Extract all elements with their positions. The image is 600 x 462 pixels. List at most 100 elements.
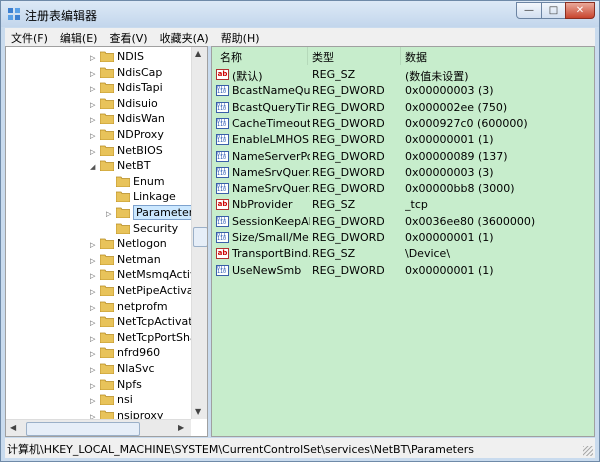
tree-item[interactable]: ▷ NetPipeActivator xyxy=(6,283,207,299)
collapsed-arrow-icon[interactable]: ▷ xyxy=(90,366,95,374)
values-list-pane[interactable]: 名称 类型 数据 ab (默认) REG_SZ (数值未设置) 011 110 Bcast… xyxy=(211,46,595,437)
tree-item[interactable]: ▷ NdisTapi xyxy=(6,80,192,96)
tree-vertical-scrollbar[interactable]: ▲ ▼ xyxy=(191,47,207,419)
collapsed-arrow-icon[interactable]: ▷ xyxy=(90,350,95,358)
tree-item[interactable]: Security xyxy=(6,221,192,237)
tree-item[interactable]: ▷ NdisWan xyxy=(6,111,192,127)
tree-item[interactable]: Enum xyxy=(6,174,192,190)
value-row[interactable]: 011 110SessionKeepAl...REG_DWORD 0x0036ee… xyxy=(212,214,594,230)
menu-edit[interactable]: 编辑(E) xyxy=(54,28,104,46)
folder-icon xyxy=(116,223,130,234)
value-name: EnableLMHOS... xyxy=(232,133,310,147)
tree-item[interactable]: ▷ NDIS xyxy=(6,49,192,65)
tree-item[interactable]: ▷ NetBIOS xyxy=(6,143,192,159)
tree-item[interactable]: ▷ Netlogon xyxy=(6,236,192,252)
folder-icon xyxy=(100,98,114,109)
value-row[interactable]: 011 110BcastNameQu...REG_DWORD 0x00000003… xyxy=(212,83,594,99)
collapsed-arrow-icon[interactable]: ▷ xyxy=(90,54,95,62)
value-row[interactable]: abTransportBind...REG_SZ \Device\ xyxy=(212,246,594,262)
column-divider[interactable] xyxy=(307,47,308,65)
key-tree-pane[interactable]: ▷ NDIS ▷ NdisCap ▷ NdisTapi ▷ Ndisuio ▷ NdisWan ▷ N… xyxy=(5,46,208,437)
tree-item-label: Npfs xyxy=(117,377,142,391)
value-row[interactable]: 011 110 CacheTimeout REG_DWORD 0x000927c0 (… xyxy=(212,116,594,132)
value-type: REG_SZ xyxy=(312,198,356,212)
collapsed-arrow-icon[interactable]: ▷ xyxy=(90,101,95,109)
status-path: 计算机\HKEY_LOCAL_MACHINE\SYSTEM\CurrentCon… xyxy=(7,443,474,456)
close-button[interactable]: ✕ xyxy=(565,2,595,19)
tree-item[interactable]: ▷ Netman xyxy=(6,252,192,268)
tree-item[interactable]: ◢ NetBT xyxy=(6,158,192,174)
collapsed-arrow-icon[interactable]: ▷ xyxy=(90,272,95,280)
scroll-up-icon[interactable]: ▲ xyxy=(195,49,201,58)
value-name: Size/Small/Me... xyxy=(232,231,310,244)
tree-item[interactable]: ▷ NlaSvc xyxy=(6,361,192,377)
value-row[interactable]: 011 110 UseNewSmb REG_DWORD 0x00000001 (1) xyxy=(212,263,594,279)
value-type: REG_DWORD xyxy=(312,231,385,244)
menu-favorites[interactable]: 收藏夹(A) xyxy=(154,28,215,46)
tree-item-label: netprofm xyxy=(117,299,168,313)
value-type: REG_DWORD xyxy=(312,182,385,196)
tree-item[interactable]: ▷ nfrd960 xyxy=(6,345,192,361)
value-row[interactable]: ab (默认) REG_SZ (数值未设置) xyxy=(212,67,594,83)
collapsed-arrow-icon[interactable]: ▷ xyxy=(90,148,95,156)
value-data: 0x00000001 (1) xyxy=(405,263,494,277)
value-row[interactable]: 011 110Size/Small/Me...REG_DWORD 0x000000… xyxy=(212,230,594,246)
tree-item[interactable]: ▷ netprofm xyxy=(6,299,192,315)
tree-item[interactable]: ▷ Npfs xyxy=(6,377,192,393)
folder-icon xyxy=(100,160,114,172)
expanded-arrow-icon[interactable]: ◢ xyxy=(90,163,95,171)
tree-item[interactable]: ▷ NetTcpActivator xyxy=(6,314,204,330)
collapsed-arrow-icon[interactable]: ▷ xyxy=(106,210,111,218)
tree-item[interactable]: ▷ Parameters xyxy=(6,205,202,221)
collapsed-arrow-icon[interactable]: ▷ xyxy=(90,397,95,405)
folder-icon xyxy=(100,129,114,140)
maximize-button[interactable]: □ xyxy=(541,2,566,19)
window-title: 注册表编辑器 xyxy=(25,9,98,23)
tree-item[interactable]: ▷ NdisCap xyxy=(6,65,192,81)
collapsed-arrow-icon[interactable]: ▷ xyxy=(90,335,95,343)
scroll-down-icon[interactable]: ▼ xyxy=(195,407,201,416)
column-header-type[interactable]: 类型 xyxy=(312,49,334,65)
collapsed-arrow-icon[interactable]: ▷ xyxy=(90,85,95,93)
value-row[interactable]: 011 110NameSrvQuer...REG_DWORD 0x00000bb8… xyxy=(212,181,594,197)
binary-value-icon: 011 110 xyxy=(216,117,229,129)
collapsed-arrow-icon[interactable]: ▷ xyxy=(90,304,95,312)
tree-vscroll-thumb[interactable] xyxy=(193,227,207,247)
menu-file[interactable]: 文件(F) xyxy=(5,28,54,46)
tree-item[interactable]: ▷ NDProxy xyxy=(6,127,192,143)
tree-item[interactable]: ▷ nsi xyxy=(6,392,192,408)
collapsed-arrow-icon[interactable]: ▷ xyxy=(90,382,95,390)
folder-icon xyxy=(100,82,114,94)
resize-grip-icon[interactable] xyxy=(583,446,593,456)
menu-bar: 文件(F) 编辑(E) 查看(V) 收藏夹(A) 帮助(H) xyxy=(5,28,595,46)
collapsed-arrow-icon[interactable]: ▷ xyxy=(90,116,95,124)
value-row[interactable]: 011 110NameServerPortREG_DWORD 0x00000089… xyxy=(212,149,594,165)
collapsed-arrow-icon[interactable]: ▷ xyxy=(90,288,95,296)
tree-item[interactable]: ▷ Ndisuio xyxy=(6,96,192,112)
column-header-name[interactable]: 名称 xyxy=(220,49,242,65)
value-row[interactable]: ab NbProvider REG_SZ _tcp xyxy=(212,197,594,213)
tree-hscroll-thumb[interactable] xyxy=(26,422,140,436)
folder-icon xyxy=(116,207,130,218)
value-row[interactable]: 011 110EnableLMHOS...REG_DWORD 0x00000001… xyxy=(212,132,594,148)
tree-item[interactable]: Linkage xyxy=(6,189,192,205)
scroll-right-icon[interactable]: ▶ xyxy=(178,423,184,432)
tree-item[interactable]: ▷ NetTcpPortSharin xyxy=(6,330,207,346)
tree-horizontal-scrollbar[interactable]: ◀ ▶ xyxy=(6,419,191,436)
title-bar[interactable]: 注册表编辑器 — □ ✕ xyxy=(1,1,599,27)
collapsed-arrow-icon[interactable]: ▷ xyxy=(90,241,95,249)
value-type: REG_DWORD xyxy=(312,84,385,98)
collapsed-arrow-icon[interactable]: ▷ xyxy=(90,70,95,78)
collapsed-arrow-icon[interactable]: ▷ xyxy=(90,319,95,327)
value-row[interactable]: 011 110NameSrvQuer...REG_DWORD 0x00000003… xyxy=(212,165,594,181)
column-divider[interactable] xyxy=(400,47,401,65)
tree-item[interactable]: ▷ NetMsmqActivato xyxy=(6,267,207,283)
scroll-left-icon[interactable]: ◀ xyxy=(10,423,16,432)
value-row[interactable]: 011 110BcastQueryTim...REG_DWORD 0x000002… xyxy=(212,100,594,116)
column-header-data[interactable]: 数据 xyxy=(405,49,427,65)
menu-help[interactable]: 帮助(H) xyxy=(215,28,266,46)
minimize-button[interactable]: — xyxy=(516,2,542,19)
collapsed-arrow-icon[interactable]: ▷ xyxy=(90,257,95,265)
collapsed-arrow-icon[interactable]: ▷ xyxy=(90,132,95,140)
menu-view[interactable]: 查看(V) xyxy=(103,28,153,46)
